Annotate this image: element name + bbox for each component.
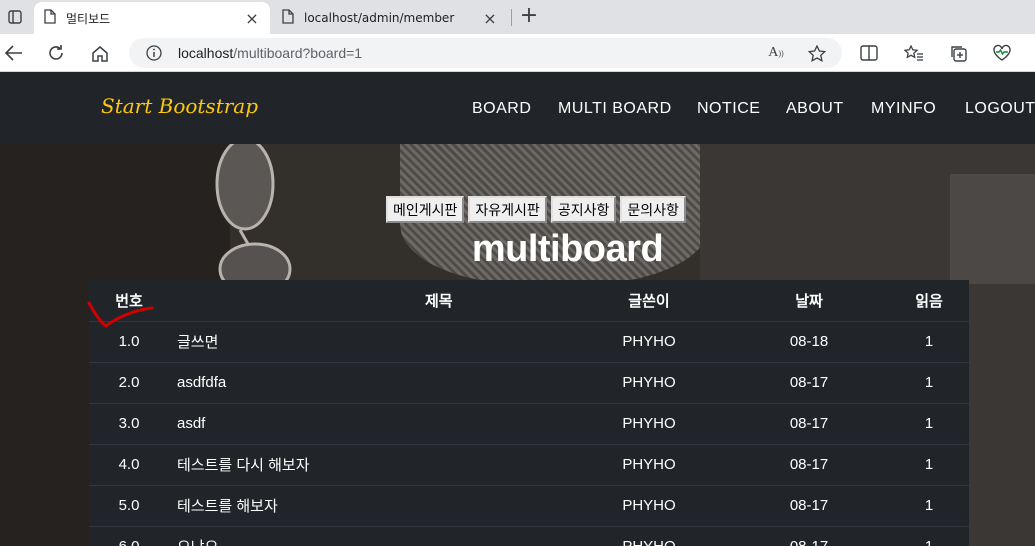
table-row[interactable]: 1.0 글쓰면 PHYHO 08-18 1 <box>89 320 969 362</box>
post-number: 6.0 <box>89 525 169 546</box>
nav-link-board[interactable]: BOARD <box>472 100 531 118</box>
notice-board-button[interactable]: 공지사항 <box>550 196 617 223</box>
table-row[interactable]: 2.0 asdfdfa PHYHO 08-17 1 <box>89 361 969 403</box>
post-read-count: 1 <box>889 320 969 362</box>
browser-tab-active[interactable]: 멀티보드 × <box>34 2 270 34</box>
post-read-count: 1 <box>889 443 969 485</box>
post-date: 08-17 <box>729 484 889 526</box>
table-row[interactable]: 3.0 asdf PHYHO 08-17 1 <box>89 402 969 444</box>
collections-icon[interactable] <box>947 42 969 64</box>
new-tab-icon[interactable]: + <box>516 4 542 30</box>
tab-divider <box>511 9 512 26</box>
post-read-count: 1 <box>889 402 969 444</box>
table-row[interactable]: 4.0 테스트를 다시 해보자 PHYHO 08-17 1 <box>89 443 969 485</box>
post-date: 08-17 <box>729 443 889 485</box>
nav-link-myinfo[interactable]: MYINFO <box>871 100 936 118</box>
split-screen-icon[interactable] <box>858 42 880 64</box>
free-board-button[interactable]: 자유게시판 <box>468 196 547 223</box>
tab-title: 멀티보드 <box>66 11 111 26</box>
tab-title: localhost/admin/member <box>304 11 455 25</box>
post-number: 4.0 <box>89 443 169 485</box>
browser-essentials-icon[interactable] <box>991 42 1013 64</box>
post-number: 5.0 <box>89 484 169 526</box>
post-title-link[interactable]: asdfdfa <box>169 361 569 403</box>
post-writer: PHYHO <box>569 525 729 546</box>
post-number: 2.0 <box>89 361 169 403</box>
browser-tab-bar: 멀티보드 × localhost/admin/member × + <box>0 0 1035 34</box>
inquiry-board-button[interactable]: 문의사항 <box>620 196 686 223</box>
column-header-writer: 글쓴이 <box>569 280 729 322</box>
column-header-title: 제목 <box>169 280 569 322</box>
favorite-star-icon[interactable] <box>807 43 827 63</box>
address-bar[interactable]: localhost/multiboard?board=1 A)) <box>129 38 842 68</box>
close-icon[interactable]: × <box>482 9 498 28</box>
tab-actions-icon[interactable] <box>0 0 30 34</box>
nav-link-notice[interactable]: NOTICE <box>697 100 760 118</box>
column-header-read: 읽음 <box>889 280 969 322</box>
post-title-link[interactable]: 오냐오 <box>169 525 569 546</box>
post-title-link[interactable]: 글쓰면 <box>169 320 569 362</box>
nav-link-multi-board[interactable]: MULTI BOARD <box>558 100 672 118</box>
post-date: 08-18 <box>729 320 889 362</box>
web-page: Start Bootstrap BOARD MULTI BOARD NOTICE… <box>0 72 1035 546</box>
url-path: /multiboard?board=1 <box>233 45 363 61</box>
info-icon[interactable] <box>146 45 162 65</box>
background-sunglasses <box>215 144 292 294</box>
page-icon <box>44 9 56 27</box>
board-selector: 메인게시판 자유게시판 공지사항 문의사항 <box>386 196 686 223</box>
favorites-icon[interactable] <box>903 42 925 64</box>
post-title-link[interactable]: 테스트를 해보자 <box>169 484 569 526</box>
post-title-link[interactable]: 테스트를 다시 해보자 <box>169 443 569 485</box>
page-title: multiboard <box>471 228 664 270</box>
post-number: 1.0 <box>89 320 169 362</box>
main-board-button[interactable]: 메인게시판 <box>386 196 465 223</box>
url-host: localhost <box>178 45 234 61</box>
site-brand[interactable]: Start Bootstrap <box>101 94 258 118</box>
column-header-date: 날짜 <box>729 280 889 322</box>
post-writer: PHYHO <box>569 402 729 444</box>
post-date: 08-17 <box>729 402 889 444</box>
post-date: 08-17 <box>729 361 889 403</box>
refresh-icon[interactable] <box>43 40 69 66</box>
post-date: 08-17 <box>729 525 889 546</box>
home-icon[interactable] <box>87 40 113 66</box>
back-icon[interactable] <box>1 40 27 66</box>
browser-tab[interactable]: localhost/admin/member × <box>272 2 508 34</box>
page-icon <box>282 9 294 27</box>
nav-link-about[interactable]: ABOUT <box>786 100 844 118</box>
site-navbar: Start Bootstrap BOARD MULTI BOARD NOTICE… <box>0 72 1035 144</box>
close-icon[interactable]: × <box>244 9 260 28</box>
post-read-count: 1 <box>889 484 969 526</box>
post-read-count: 1 <box>889 361 969 403</box>
post-number: 3.0 <box>89 402 169 444</box>
browser-toolbar: localhost/multiboard?board=1 A)) <box>0 34 1035 72</box>
table-row[interactable]: 6.0 오냐오 PHYHO 08-17 1 <box>89 525 969 546</box>
post-read-count: 1 <box>889 525 969 546</box>
post-writer: PHYHO <box>569 361 729 403</box>
column-header-number: 번호 <box>89 280 169 322</box>
post-writer: PHYHO <box>569 320 729 362</box>
masthead: 메인게시판 자유게시판 공지사항 문의사항 multiboard 번호 제목 글… <box>0 144 1035 546</box>
table-header-row: 번호 제목 글쓴이 날짜 읽음 <box>89 280 969 322</box>
post-writer: PHYHO <box>569 484 729 526</box>
post-writer: PHYHO <box>569 443 729 485</box>
url-text: localhost/multiboard?board=1 <box>178 45 362 61</box>
read-aloud-icon[interactable]: A)) <box>766 43 786 63</box>
board-table: 번호 제목 글쓴이 날짜 읽음 1.0 글쓰면 PHYHO 08-18 1 2.… <box>89 280 969 546</box>
nav-link-logout[interactable]: LOGOUT <box>965 100 1035 118</box>
table-row[interactable]: 5.0 테스트를 해보자 PHYHO 08-17 1 <box>89 484 969 526</box>
post-title-link[interactable]: asdf <box>169 402 569 444</box>
